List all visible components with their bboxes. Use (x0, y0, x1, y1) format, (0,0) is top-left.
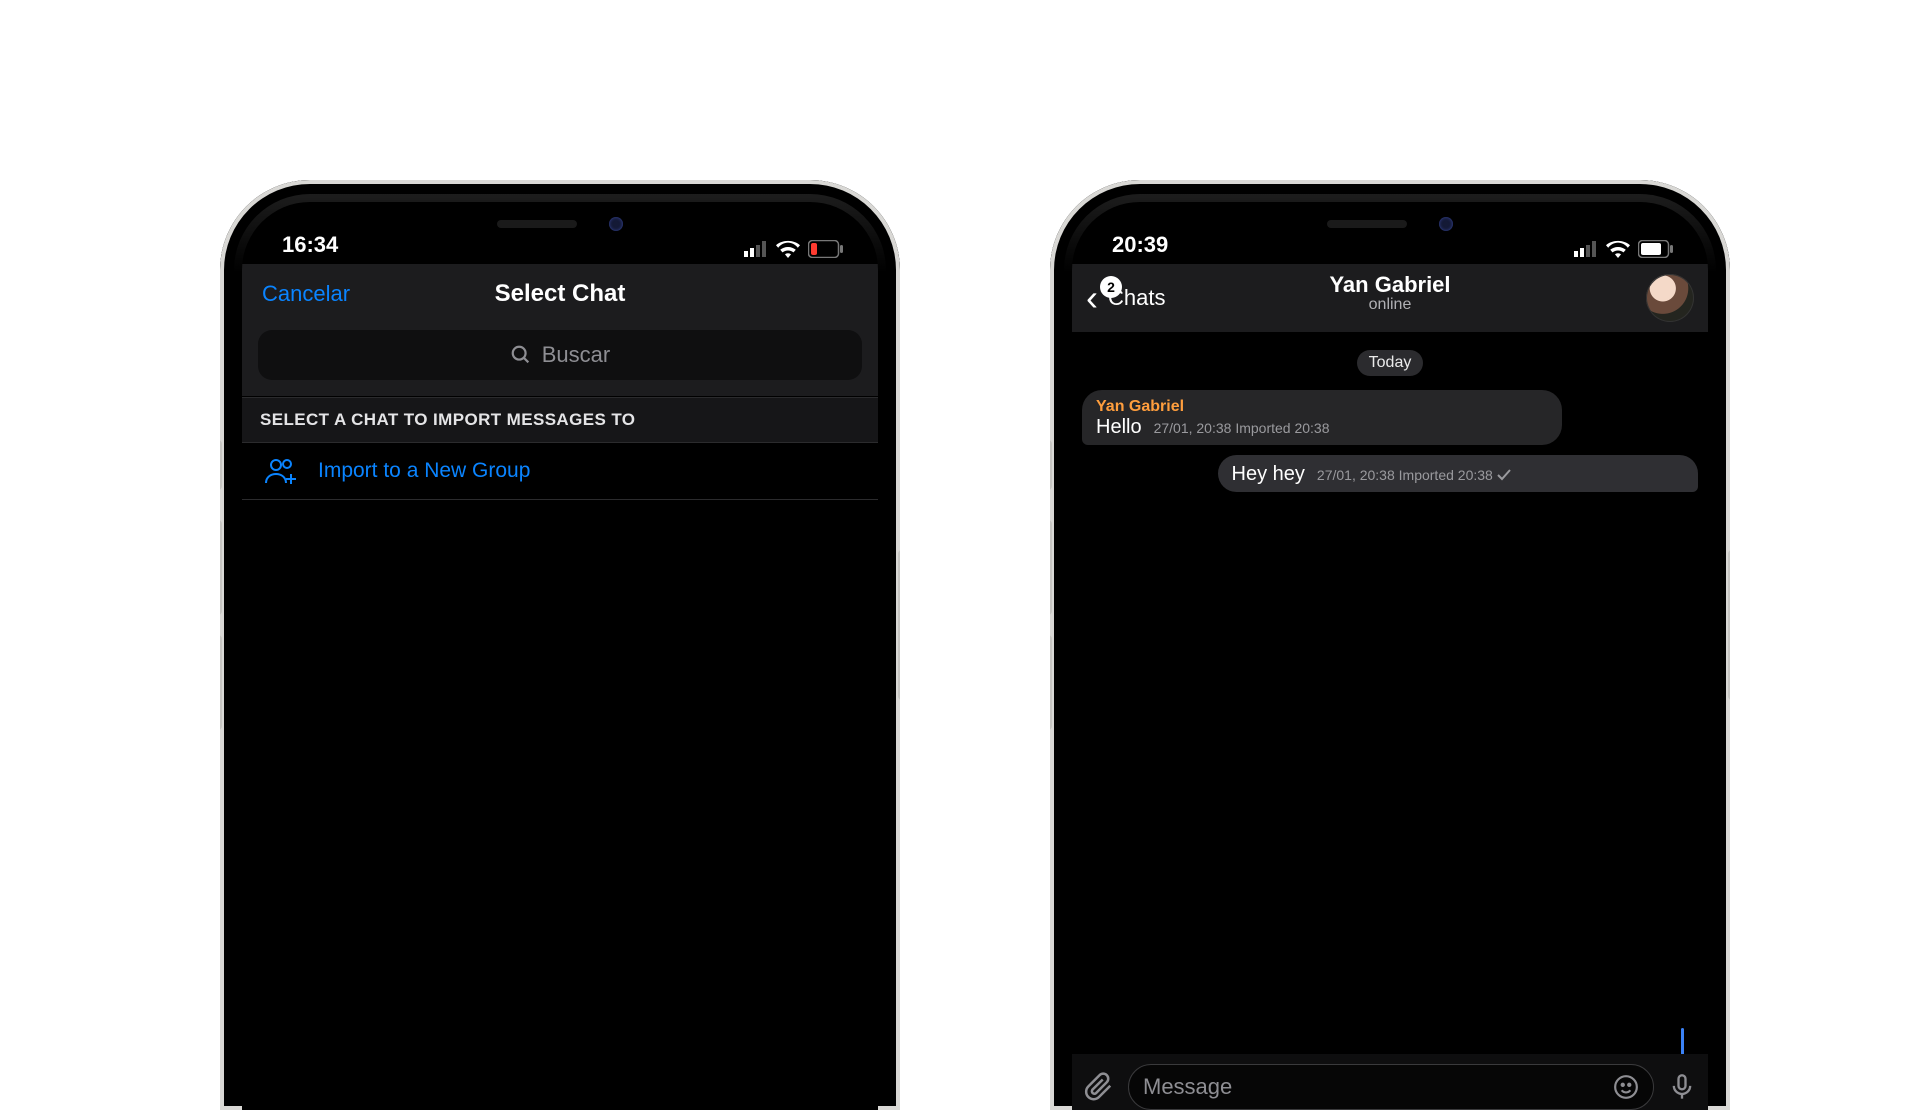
compose-input[interactable]: Message (1128, 1064, 1654, 1110)
battery-low-icon (808, 240, 844, 258)
cellular-icon (744, 241, 768, 257)
message-sender: Yan Gabriel (1096, 398, 1548, 416)
navbar: Cancelar Select Chat Buscar (242, 264, 878, 397)
search-icon (510, 344, 532, 366)
message-meta: 27/01, 20:38 Imported 20:38 (1154, 420, 1330, 436)
message-text: Hey hey (1232, 463, 1305, 486)
section-header: SELECT A CHAT TO IMPORT MESSAGES TO (242, 397, 878, 443)
check-icon (1497, 469, 1511, 481)
search-placeholder: Buscar (542, 342, 610, 368)
search-input[interactable]: Buscar (258, 330, 862, 380)
message-out[interactable]: Hey hey 27/01, 20:38 Imported 20:38 (1218, 455, 1698, 492)
message-text: Hello (1096, 416, 1142, 439)
composer: Message (1072, 1054, 1708, 1110)
import-new-group-row[interactable]: Import to a New Group (242, 443, 878, 500)
import-new-group-label: Import to a New Group (318, 459, 530, 483)
unread-badge: 2 (1100, 276, 1122, 298)
back-button[interactable]: ‹ 2 Chats (1086, 280, 1165, 316)
chat-header: ‹ 2 Chats Yan Gabriel online (1072, 264, 1708, 332)
chevron-left-icon: ‹ (1086, 280, 1098, 316)
status-time: 20:39 (1112, 232, 1168, 258)
wifi-icon (776, 240, 800, 258)
navbar-title: Select Chat (495, 280, 626, 308)
chat-title[interactable]: Yan Gabriel (1072, 272, 1708, 298)
phone-chat: 20:39 ‹ 2 Chats Yan Gabriel online Today (1050, 180, 1730, 1110)
message-meta: 27/01, 20:38 Imported 20:38 (1317, 467, 1511, 483)
avatar[interactable] (1646, 274, 1694, 322)
battery-icon (1638, 240, 1674, 258)
message-in[interactable]: Yan Gabriel Hello 27/01, 20:38 Imported … (1082, 390, 1562, 445)
phone-select-chat: 16:34 Cancelar Select Chat Buscar SELECT… (220, 180, 900, 1110)
wifi-icon (1606, 240, 1630, 258)
mic-icon[interactable] (1668, 1072, 1696, 1102)
status-time: 16:34 (282, 232, 338, 258)
chat-status: online (1072, 296, 1708, 314)
cellular-icon (1574, 241, 1598, 257)
compose-placeholder: Message (1143, 1074, 1232, 1100)
day-separator: Today (1357, 350, 1424, 376)
cancel-button[interactable]: Cancelar (262, 281, 350, 307)
attach-icon[interactable] (1084, 1072, 1114, 1102)
new-group-icon (264, 457, 298, 485)
chat-body[interactable]: Today Yan Gabriel Hello 27/01, 20:38 Imp… (1072, 332, 1708, 514)
sticker-icon[interactable] (1613, 1074, 1639, 1100)
